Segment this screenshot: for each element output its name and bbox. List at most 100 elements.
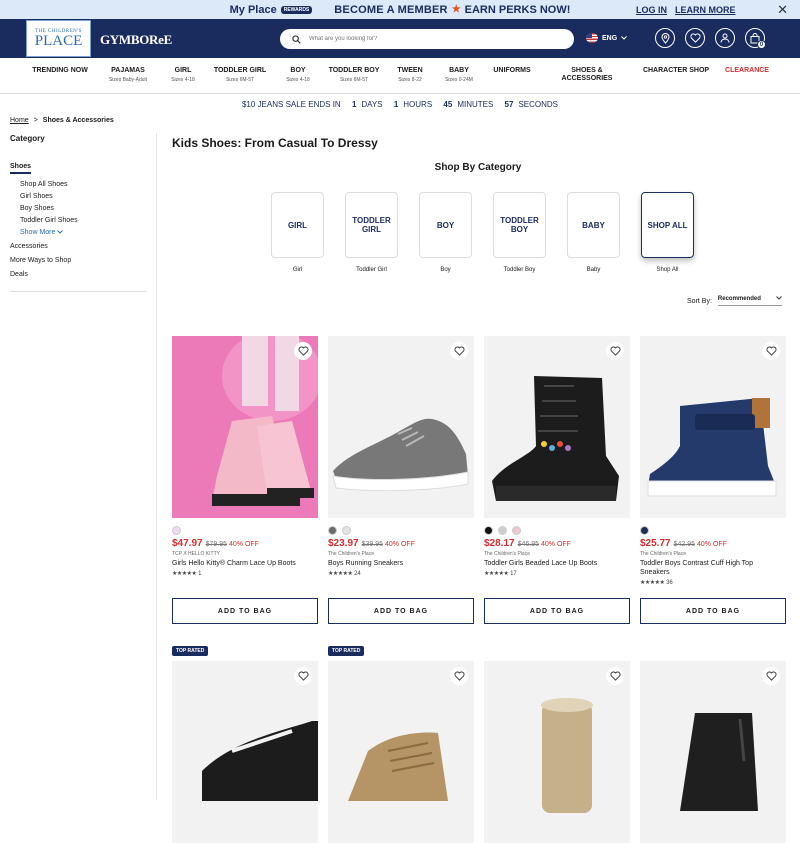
- login-link[interactable]: LOG IN: [636, 5, 667, 15]
- show-more-link[interactable]: Show More: [20, 229, 146, 243]
- color-swatch[interactable]: [328, 526, 337, 535]
- product-image[interactable]: [640, 661, 786, 843]
- nav-clearance[interactable]: CLEARANCE: [725, 67, 769, 75]
- product-name[interactable]: Girls Hello Kitty® Charm Lace Up Boots: [172, 559, 318, 568]
- category-card-baby[interactable]: BABY: [567, 192, 620, 258]
- nav-label-line2: ACCESSORIES: [561, 75, 613, 82]
- product-image[interactable]: [484, 336, 630, 518]
- sort-value: Recommended: [717, 296, 761, 302]
- wishlist-button[interactable]: [294, 667, 312, 685]
- category-label-girl[interactable]: Girl: [271, 267, 324, 273]
- sale-text: $10 JEANS SALE ENDS IN: [241, 100, 341, 109]
- add-to-bag-button[interactable]: ADD TO BAG: [484, 598, 630, 624]
- color-swatch[interactable]: [342, 526, 351, 535]
- color-swatch[interactable]: [484, 526, 493, 535]
- wishlist-button[interactable]: [606, 342, 624, 360]
- nav-trending-now[interactable]: TRENDING NOW: [32, 67, 88, 75]
- category-card-girl[interactable]: GIRL: [271, 192, 324, 258]
- product-name-line2: Sneakers: [640, 569, 670, 576]
- heart-icon: [610, 346, 620, 356]
- color-swatch[interactable]: [512, 526, 521, 535]
- sidebar-item-shop-all-shoes[interactable]: Shop All Shoes: [20, 181, 146, 193]
- product-card[interactable]: $28.17 $46.95 40% OFF The Children's Place…: [484, 336, 630, 577]
- cart-button[interactable]: 0: [745, 28, 766, 49]
- color-swatch[interactable]: [172, 526, 181, 535]
- nav-pajamas[interactable]: PAJAMAS Sizes Baby-Adult: [109, 67, 147, 83]
- product-name[interactable]: Toddler Girls Beaded Lace Up Boots: [484, 559, 630, 568]
- add-to-bag-button[interactable]: ADD TO BAG: [172, 598, 318, 624]
- product-card[interactable]: $25.77 $42.95 40% OFF The Children's Place…: [640, 336, 786, 586]
- wishlist-button[interactable]: [450, 342, 468, 360]
- product-card[interactable]: [328, 661, 474, 843]
- product-image[interactable]: [172, 336, 318, 518]
- product-image[interactable]: [328, 661, 474, 843]
- childrens-place-logo[interactable]: THE CHILDREN'S PLACE: [26, 20, 91, 57]
- sale-price: $47.97: [172, 538, 203, 549]
- learn-more-link[interactable]: LEARN MORE: [675, 5, 736, 15]
- sidebar-item-toddler-girl-shoes[interactable]: Toddler Girl Shoes: [20, 217, 146, 229]
- product-card[interactable]: [640, 661, 786, 843]
- sidebar-item-accessories[interactable]: Accessories: [10, 243, 146, 257]
- category-label-shop-all[interactable]: Shop All: [641, 267, 694, 273]
- category-card-boy[interactable]: BOY: [419, 192, 472, 258]
- product-card[interactable]: [484, 661, 630, 843]
- add-to-bag-button[interactable]: ADD TO BAG: [640, 598, 786, 624]
- category-card-shop-all[interactable]: SHOP ALL: [641, 192, 694, 258]
- nav-boy[interactable]: BOY Sizes 4-18: [286, 67, 310, 83]
- wishlist-button[interactable]: [762, 342, 780, 360]
- color-swatch[interactable]: [498, 526, 507, 535]
- nav-shoes-accessories[interactable]: SHOES & ACCESSORIES: [562, 67, 613, 83]
- color-swatch[interactable]: [640, 526, 649, 535]
- review-count: 1: [198, 571, 202, 577]
- gymboree-logo[interactable]: GYMBOReE: [100, 32, 172, 48]
- category-label-toddler-boy[interactable]: Toddler Boy: [493, 267, 546, 273]
- become-member-link[interactable]: BECOME A MEMBER: [334, 4, 447, 16]
- language-selector[interactable]: ENG: [586, 33, 628, 43]
- category-card-text: TODDLER: [500, 216, 539, 225]
- sidebar-item-boy-shoes[interactable]: Boy Shoes: [20, 205, 146, 217]
- breadcrumb-home[interactable]: Home: [10, 117, 29, 124]
- wishlist-button[interactable]: [762, 667, 780, 685]
- sidebar-item-deals[interactable]: Deals: [10, 271, 146, 285]
- wishlist-button[interactable]: [606, 667, 624, 685]
- account-button[interactable]: [715, 28, 735, 48]
- nav-tween[interactable]: TWEEN Sizes 8-22: [397, 67, 422, 83]
- search-bar[interactable]: [280, 29, 574, 49]
- product-image[interactable]: [484, 661, 630, 843]
- search-input[interactable]: [309, 36, 549, 42]
- nav-toddler-boy[interactable]: TODDLER BOY Sizes 6M-5T: [329, 67, 380, 83]
- store-locator-button[interactable]: [655, 28, 675, 48]
- nav-uniforms[interactable]: UNIFORMS: [493, 67, 530, 75]
- wishlist-button[interactable]: [450, 667, 468, 685]
- close-icon[interactable]: ✕: [777, 2, 788, 18]
- product-name[interactable]: Boys Running Sneakers: [328, 559, 474, 568]
- discount-label: 40% OFF: [541, 541, 571, 548]
- product-image[interactable]: [172, 661, 318, 843]
- add-to-bag-button[interactable]: ADD TO BAG: [328, 598, 474, 624]
- product-image[interactable]: [328, 336, 474, 518]
- product-brand: TCP X HELLO KITTY: [172, 551, 220, 557]
- category-card-toddler-girl[interactable]: TODDLER GIRL: [345, 192, 398, 258]
- product-image[interactable]: [640, 336, 786, 518]
- category-label-boy[interactable]: Boy: [419, 267, 472, 273]
- product-name[interactable]: Toddler Boys Contrast Cuff High Top Sneak…: [640, 559, 786, 577]
- product-card[interactable]: $47.97 $79.95 40% OFF TCP X HELLO KITTY Gi…: [172, 336, 318, 577]
- category-label-toddler-girl[interactable]: Toddler Girl: [345, 267, 398, 273]
- sort-dropdown[interactable]: Recommended: [717, 296, 782, 306]
- nav-toddler-girl[interactable]: TODDLER GIRL Sizes 6M-5T: [214, 67, 266, 83]
- sidebar-item-girl-shoes[interactable]: Girl Shoes: [20, 193, 146, 205]
- nav-baby[interactable]: BABY Sizes 0-24M: [445, 67, 473, 83]
- nav-girl[interactable]: GIRL Sizes 4-18: [171, 67, 195, 83]
- sale-countdown-banner[interactable]: $10 JEANS SALE ENDS IN 1 DAYS 1 HOURS 45 MI…: [0, 100, 800, 109]
- category-card-toddler-boy[interactable]: TODDLER BOY: [493, 192, 546, 258]
- product-brand: The Children's Place: [484, 551, 530, 557]
- product-card[interactable]: $23.97 $39.95 40% OFF The Children's Place…: [328, 336, 474, 577]
- nav-sublabel: Sizes 4-18: [286, 77, 310, 83]
- sidebar-item-more-ways[interactable]: More Ways to Shop: [10, 257, 146, 271]
- wishlist-button[interactable]: [294, 342, 312, 360]
- category-label-baby[interactable]: Baby: [567, 267, 620, 273]
- product-card[interactable]: [172, 661, 318, 843]
- running-sneakers-image: [332, 418, 469, 492]
- favorites-button[interactable]: [685, 28, 705, 48]
- nav-character-shop[interactable]: CHARACTER SHOP: [643, 67, 709, 75]
